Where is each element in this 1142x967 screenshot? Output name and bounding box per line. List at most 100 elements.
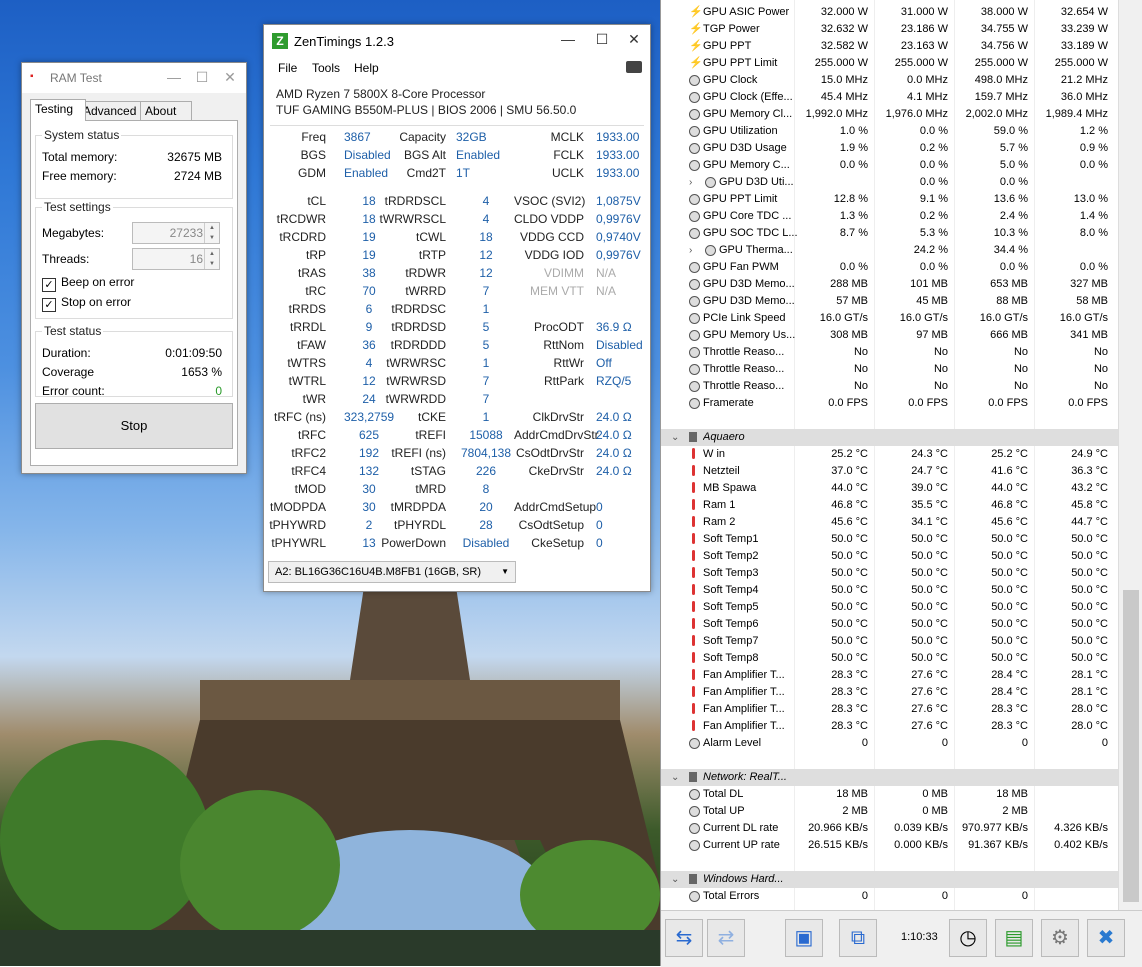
maximize-icon[interactable]: ☐ xyxy=(594,31,610,47)
stop-on-error-checkbox[interactable]: ✓ Stop on error xyxy=(42,294,131,312)
sensor-row[interactable]: Fan Amplifier T... 28.3 °C 27.6 °C 28.4 °C 2… xyxy=(661,684,1119,701)
ramtest-window[interactable]: ▪ RAM Test — ☐ ✕ Testing Advanced About … xyxy=(21,62,247,474)
sensor-row[interactable] xyxy=(661,854,1119,871)
sensor-row[interactable]: GPU PPT Limit 12.8 % 9.1 % 13.6 % 13.0 % xyxy=(661,191,1119,208)
sensor-row[interactable]: Fan Amplifier T... 28.3 °C 27.6 °C 28.3 °C 2… xyxy=(661,701,1119,718)
sensor-row[interactable]: GPU Memory Cl... 1,992.0 MHz 1,976.0 MHz 2,… xyxy=(661,106,1119,123)
spin-arrows-icon[interactable]: ▲ ▼ xyxy=(204,223,219,243)
sensor-row[interactable]: Netzteil 37.0 °C 24.7 °C 41.6 °C 36.3 °C xyxy=(661,463,1119,480)
sensor-row[interactable]: Total UP 2 MB 0 MB 2 MB xyxy=(661,803,1119,820)
sensor-row[interactable]: Total Errors 0 0 0 xyxy=(661,888,1119,905)
sensor-row[interactable] xyxy=(661,412,1119,429)
sensor-row[interactable]: ⚡ GPU PPT 32.582 W 23.163 W 34.756 W 33.189 W xyxy=(661,38,1119,55)
scrollbar-thumb[interactable] xyxy=(1123,590,1139,902)
sensor-row[interactable]: Throttle Reaso... No No No No xyxy=(661,361,1119,378)
close-icon[interactable]: ✕ xyxy=(626,31,642,47)
menu-tools[interactable]: Tools xyxy=(312,61,340,75)
sensor-row[interactable]: Fan Amplifier T... 28.3 °C 27.6 °C 28.4 °C 2… xyxy=(661,667,1119,684)
sensor-row[interactable]: ⚡ GPU ASIC Power 32.000 W 31.000 W 38.000 W3… xyxy=(661,4,1119,21)
sensor-row[interactable]: GPU Core TDC ... 1.3 % 0.2 % 2.4 % 1.4 % xyxy=(661,208,1119,225)
sensor-row[interactable]: Current DL rate 20.966 KB/s 0.039 KB/s 970.… xyxy=(661,820,1119,837)
sensor-row[interactable]: Soft Temp3 50.0 °C 50.0 °C 50.0 °C 50.0 °C xyxy=(661,565,1119,582)
expand-chevron-icon[interactable]: › xyxy=(689,242,692,259)
hwinfo-sensors-window[interactable]: ⚡ GPU ASIC Power 32.000 W 31.000 W 38.000 W3… xyxy=(660,0,1142,967)
timing-label: MEM VTT xyxy=(530,284,584,298)
sensor-row[interactable]: Soft Temp7 50.0 °C 50.0 °C 50.0 °C 50.0 °C xyxy=(661,633,1119,650)
sensor-row[interactable]: Soft Temp5 50.0 °C 50.0 °C 50.0 °C 50.0 °C xyxy=(661,599,1119,616)
sensor-row[interactable]: › GPU Therma... 24.2 % 34.4 % xyxy=(661,242,1119,259)
sensor-row[interactable]: GPU Memory C... 0.0 % 0.0 % 5.0 % 0.0 % xyxy=(661,157,1119,174)
expand-chevron-icon[interactable]: ⌄ xyxy=(671,429,679,446)
sensor-row[interactable]: MB Spawa 44.0 °C 39.0 °C 44.0 °C 43.2 °C xyxy=(661,480,1119,497)
sensor-row[interactable]: ⚡ GPU PPT Limit 255.000 W 255.000 W 255.000 … xyxy=(661,55,1119,72)
tab-testing[interactable]: Testing xyxy=(30,99,86,121)
multi-monitor-icon[interactable]: ⧉ xyxy=(839,919,877,957)
sensor-row[interactable]: Throttle Reaso... No No No No xyxy=(661,378,1119,395)
sensor-row[interactable]: Ram 2 45.6 °C 34.1 °C 45.6 °C 44.7 °C xyxy=(661,514,1119,531)
monitor-network-icon[interactable]: ▣ xyxy=(785,919,823,957)
expand-chevron-icon[interactable]: › xyxy=(689,174,692,191)
sensor-row[interactable]: › GPU D3D Uti... 0.0 % 0.0 % xyxy=(661,174,1119,191)
sensor-row[interactable]: GPU D3D Memo... 57 MB 45 MB 88 MB 58 MB xyxy=(661,293,1119,310)
sensor-group-header[interactable]: ⌄ Network: RealT... xyxy=(661,769,1119,786)
sensor-group-header[interactable]: ⌄ Aquaero xyxy=(661,429,1119,446)
megabytes-input[interactable]: 27233 ▲ ▼ xyxy=(132,222,220,244)
sensor-row[interactable]: GPU Clock 15.0 MHz 0.0 MHz 498.0 MHz 21.2 MH… xyxy=(661,72,1119,89)
zentimings-window[interactable]: Z ZenTimings 1.2.3 — ☐ ✕ File Tools Help… xyxy=(263,24,651,592)
sensor-row[interactable]: Framerate 0.0 FPS 0.0 FPS 0.0 FPS 0.0 FPS xyxy=(661,395,1119,412)
sensor-avg: 50.0 °C xyxy=(1071,550,1108,562)
sensor-row[interactable]: GPU Utilization 1.0 % 0.0 % 59.0 % 1.2 % xyxy=(661,123,1119,140)
clock-icon[interactable]: ◷ xyxy=(949,919,987,957)
sensor-row[interactable]: Current UP rate 26.515 KB/s 0.000 KB/s 91.3… xyxy=(661,837,1119,854)
expand-chevron-icon[interactable]: ⌄ xyxy=(671,871,679,888)
tab-advanced[interactable]: Advanced xyxy=(78,101,146,120)
sensor-row[interactable]: Total DL 18 MB 0 MB 18 MB xyxy=(661,786,1119,803)
sensor-row[interactable]: W in 25.2 °C 24.3 °C 25.2 °C 24.9 °C xyxy=(661,446,1119,463)
sensor-row[interactable]: GPU D3D Memo... 288 MB 101 MB 653 MB 327 MB xyxy=(661,276,1119,293)
sensor-row[interactable]: Soft Temp6 50.0 °C 50.0 °C 50.0 °C 50.0 °C xyxy=(661,616,1119,633)
stop-button[interactable]: Stop xyxy=(35,403,233,449)
ramtest-titlebar[interactable]: ▪ RAM Test — ☐ ✕ xyxy=(22,63,246,93)
sensor-row[interactable]: GPU D3D Usage 1.9 % 0.2 % 5.7 % 0.9 % xyxy=(661,140,1119,157)
sensor-row[interactable]: Soft Temp2 50.0 °C 50.0 °C 50.0 °C 50.0 °C xyxy=(661,548,1119,565)
timing-value: 1 xyxy=(482,410,490,424)
settings-gear-icon[interactable]: ⚙ xyxy=(1041,919,1079,957)
sensor-current: 20.966 KB/s xyxy=(808,822,868,834)
sensor-min: 0.2 % xyxy=(919,142,948,154)
sensor-row[interactable]: Throttle Reaso... No No No No xyxy=(661,344,1119,361)
sensor-row[interactable]: PCIe Link Speed 16.0 GT/s 16.0 GT/s 16.0 GT… xyxy=(661,310,1119,327)
minimize-icon[interactable]: — xyxy=(560,31,576,47)
sensor-row[interactable]: GPU Fan PWM 0.0 % 0.0 % 0.0 % 0.0 % xyxy=(661,259,1119,276)
sensor-row[interactable]: GPU Memory Us... 308 MB 97 MB 666 MB 341 MB xyxy=(661,327,1119,344)
add-report-icon[interactable]: ▤ xyxy=(995,919,1033,957)
nav-right-left-icon[interactable]: ⇄ xyxy=(707,919,745,957)
sensor-row[interactable]: Alarm Level 0 0 0 0 xyxy=(661,735,1119,752)
sensor-row[interactable]: Soft Temp1 50.0 °C 50.0 °C 50.0 °C 50.0 °C xyxy=(661,531,1119,548)
sensor-row[interactable] xyxy=(661,752,1119,769)
nav-left-right-icon[interactable]: ⇆ xyxy=(665,919,703,957)
minimize-icon[interactable]: — xyxy=(166,69,182,85)
threads-input[interactable]: 16 ▲ ▼ xyxy=(132,248,220,270)
sensor-row[interactable]: Ram 1 46.8 °C 35.5 °C 46.8 °C 45.8 °C xyxy=(661,497,1119,514)
sensor-row[interactable]: Fan Amplifier T... 28.3 °C 27.6 °C 28.3 °C 2… xyxy=(661,718,1119,735)
close-icon[interactable]: ✕ xyxy=(222,69,238,85)
spin-arrows-icon[interactable]: ▲ ▼ xyxy=(204,249,219,269)
tab-about[interactable]: About xyxy=(140,101,192,120)
menu-file[interactable]: File xyxy=(278,61,297,75)
sensor-group-header[interactable]: ⌄ Windows Hard... xyxy=(661,871,1119,888)
timing-label: VDDG IOD xyxy=(524,248,584,262)
sensor-row[interactable]: ⚡ TGP Power 32.632 W 23.186 W 34.755 W 33.239… xyxy=(661,21,1119,38)
zentimings-titlebar[interactable]: Z ZenTimings 1.2.3 — ☐ ✕ xyxy=(264,25,650,57)
expand-chevron-icon[interactable]: ⌄ xyxy=(671,769,679,786)
sensor-row[interactable]: Soft Temp4 50.0 °C 50.0 °C 50.0 °C 50.0 °C xyxy=(661,582,1119,599)
sensor-row[interactable]: Soft Temp8 50.0 °C 50.0 °C 50.0 °C 50.0 °C xyxy=(661,650,1119,667)
close-x-icon[interactable]: ✖ xyxy=(1087,919,1125,957)
maximize-icon[interactable]: ☐ xyxy=(194,69,210,85)
beep-on-error-checkbox[interactable]: ✓ Beep on error xyxy=(42,274,134,292)
vertical-scrollbar[interactable] xyxy=(1118,0,1142,910)
dimm-select[interactable]: A2: BL16G36C16U4B.M8FB1 (16GB, SR) ▼ xyxy=(268,561,516,583)
sensor-row[interactable]: GPU Clock (Effe... 45.4 MHz 4.1 MHz 159.7 M… xyxy=(661,89,1119,106)
menu-help[interactable]: Help xyxy=(354,61,379,75)
screenshot-camera-icon[interactable] xyxy=(626,61,642,73)
sensor-row[interactable]: GPU SOC TDC L... 8.7 % 5.3 % 10.3 % 8.0 % xyxy=(661,225,1119,242)
